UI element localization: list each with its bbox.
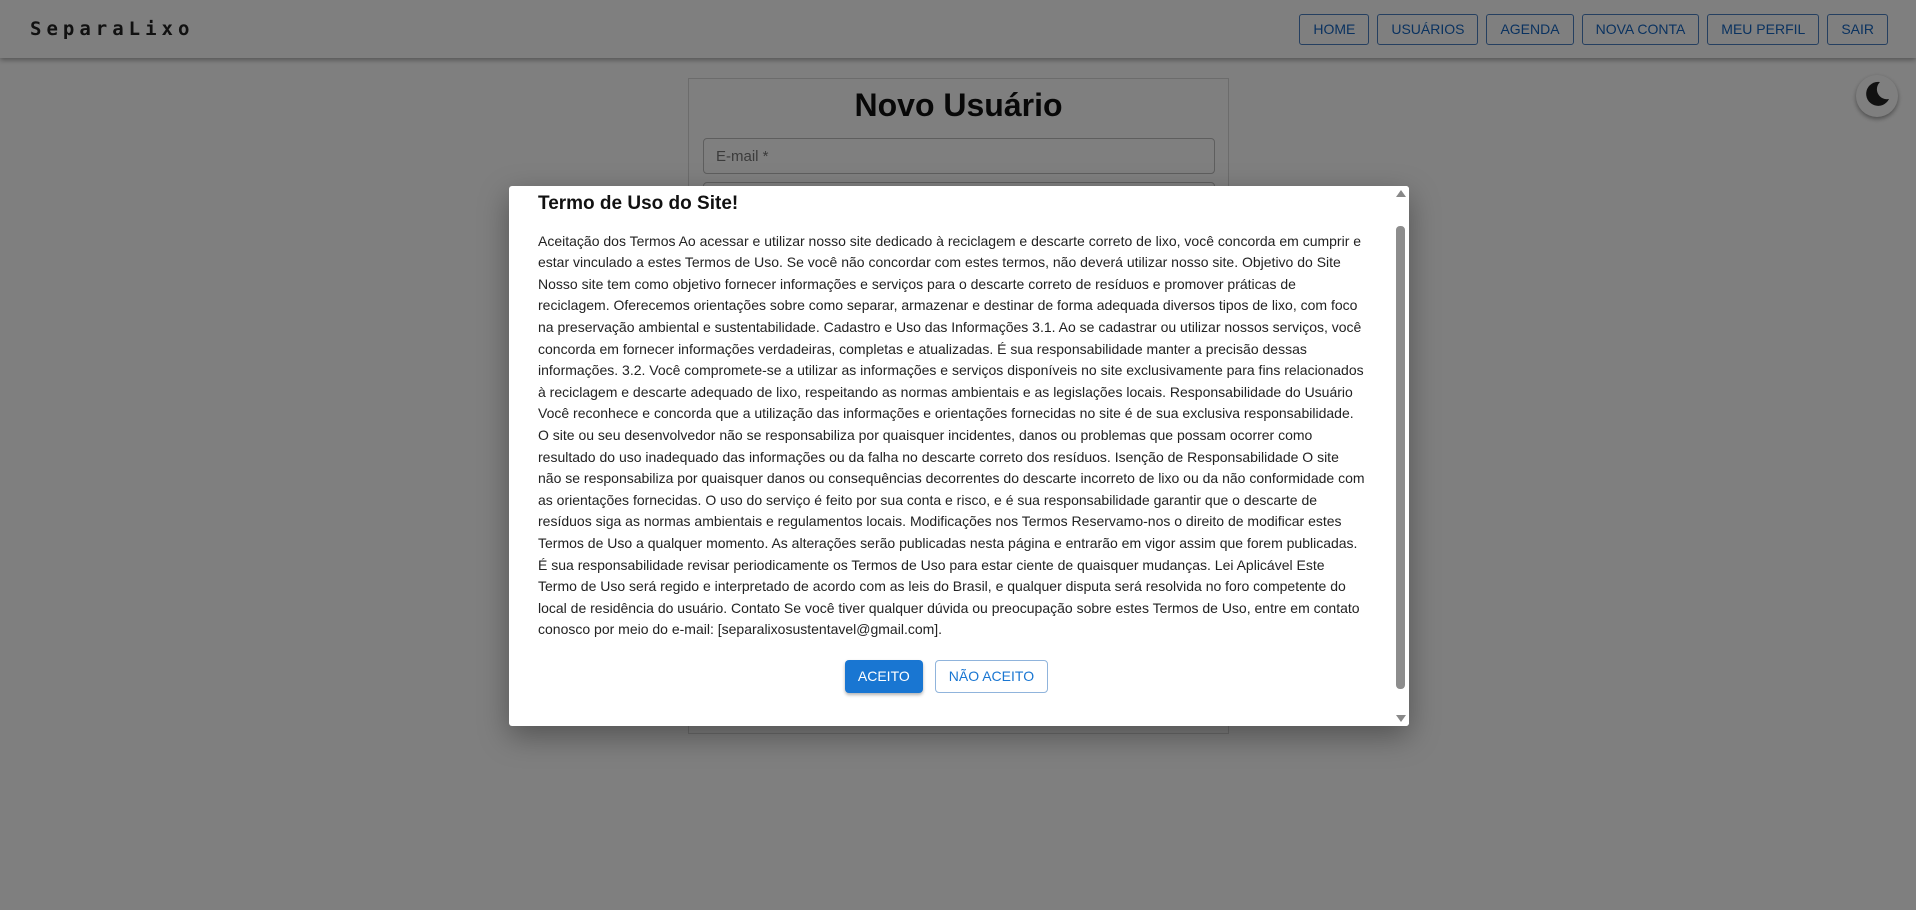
terms-dialog: Termo de Uso do Site! Aceitação dos Term… (509, 186, 1409, 726)
accept-button[interactable]: ACEITO (844, 659, 923, 693)
reject-button[interactable]: NÃO ACEITO (934, 659, 1049, 693)
terms-text: Aceitação dos Termos Ao acessar e utiliz… (538, 232, 1365, 638)
dialog-title: Termo de Uso do Site! (538, 193, 739, 214)
scroll-down-arrow-icon[interactable] (1396, 715, 1406, 722)
scroll-up-arrow-icon[interactable] (1396, 190, 1406, 197)
dialog-actions: ACEITO NÃO ACEITO (538, 659, 1365, 693)
dialog-scrollbar[interactable] (1392, 186, 1409, 726)
scroll-thumb[interactable] (1396, 226, 1405, 689)
